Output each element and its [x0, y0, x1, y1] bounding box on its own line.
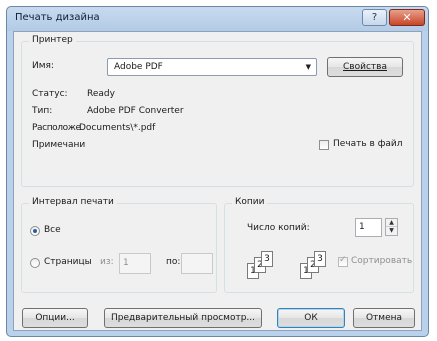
- range-pages-label[interactable]: Страницы: [44, 257, 92, 267]
- printer-group-title: Принтер: [29, 35, 76, 45]
- range-pages-radio[interactable]: [30, 258, 40, 268]
- properties-button[interactable]: Свойства: [327, 57, 403, 77]
- help-button[interactable]: ?: [362, 9, 387, 26]
- comment-label: Примечани: [32, 140, 86, 150]
- copies-group: Копии Число копий: 1 ▲ ▼ 1 2 3 1 2 3 ✓ С…: [224, 197, 414, 293]
- copies-spinner[interactable]: ▲ ▼: [385, 218, 398, 236]
- range-to-label: по:: [166, 257, 181, 267]
- collate-checkbox[interactable]: ✓: [338, 255, 348, 267]
- dialog-body: Принтер Имя: Adobe PDF ▼ Свойства Статус…: [13, 31, 422, 331]
- cancel-button[interactable]: Отмена: [353, 308, 415, 328]
- location-value: Documents\*.pdf: [79, 123, 156, 133]
- title-bar[interactable]: Печать дизайна ? ✕: [7, 7, 428, 31]
- printer-name-label: Имя:: [32, 61, 54, 71]
- collate-label[interactable]: Сортировать: [351, 256, 412, 266]
- chevron-down-icon: ▼: [305, 63, 311, 71]
- spin-down-icon[interactable]: ▼: [386, 227, 397, 235]
- copies-count-label: Число копий:: [247, 223, 310, 233]
- status-label: Статус:: [32, 89, 68, 99]
- range-all-label[interactable]: Все: [44, 225, 61, 235]
- collate-page-3b: 3: [314, 251, 326, 267]
- printer-group: Принтер Имя: Adobe PDF ▼ Свойства Статус…: [21, 35, 414, 187]
- range-from-label: из:: [100, 257, 114, 267]
- location-label: Расположе: [32, 123, 81, 133]
- type-value: Adobe PDF Converter: [87, 106, 184, 116]
- copies-group-title: Копии: [232, 197, 268, 207]
- status-value: Ready: [87, 89, 115, 99]
- ok-button[interactable]: ОК: [277, 308, 345, 328]
- check-icon: ✓: [339, 255, 347, 265]
- range-to-input[interactable]: [181, 253, 213, 274]
- range-all-radio[interactable]: [30, 226, 40, 236]
- type-label: Тип:: [32, 106, 53, 116]
- printer-name-value: Adobe PDF: [114, 62, 163, 72]
- print-to-file-checkbox[interactable]: [319, 140, 329, 150]
- spin-up-icon[interactable]: ▲: [386, 219, 397, 227]
- properties-button-label: Свойства: [343, 62, 387, 72]
- preview-button[interactable]: Предварительный просмотр...: [104, 308, 262, 328]
- collate-page-3: 3: [261, 251, 273, 267]
- printer-name-select[interactable]: Adobe PDF ▼: [107, 58, 317, 76]
- print-to-file-label[interactable]: Печать в файл: [333, 139, 403, 149]
- print-range-group-title: Интервал печати: [29, 197, 117, 207]
- print-dialog: Печать дизайна ? ✕ Принтер Имя: Adobe PD…: [6, 6, 429, 337]
- dialog-title: Печать дизайна: [15, 12, 100, 23]
- range-from-input[interactable]: 1: [119, 253, 151, 274]
- options-button[interactable]: Опции...: [22, 308, 88, 328]
- copies-count-input[interactable]: 1: [355, 218, 382, 237]
- close-button[interactable]: ✕: [389, 9, 425, 26]
- print-range-group: Интервал печати Все Страницы из: 1 по:: [21, 197, 217, 293]
